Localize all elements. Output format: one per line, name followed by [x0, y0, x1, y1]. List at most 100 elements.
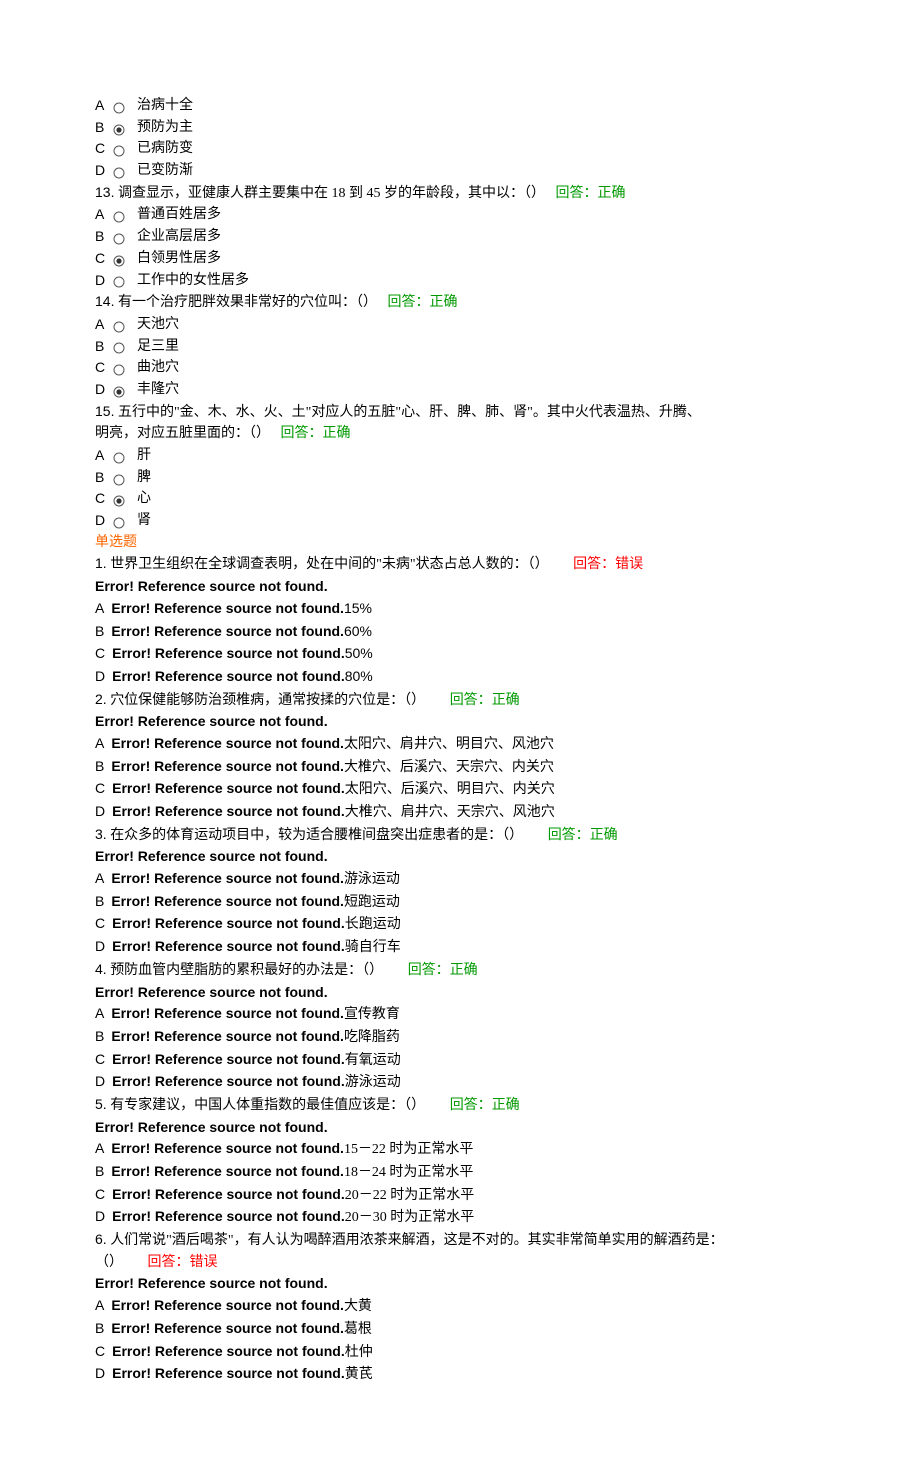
option-row[interactable]: D丰隆穴: [95, 379, 825, 401]
radio-unselected-icon[interactable]: [113, 231, 125, 243]
option-text: 20－30 时为正常水平: [345, 1210, 475, 1225]
option-row[interactable]: D 已变防渐: [95, 160, 825, 182]
error-text: Error! Reference source not found.: [111, 1028, 344, 1044]
option-row[interactable]: B 预防为主: [95, 117, 825, 139]
option-row[interactable]: A Error! Reference source not found.15%: [95, 598, 825, 621]
radio-unselected-icon[interactable]: [113, 472, 125, 484]
radio-unselected-icon[interactable]: [113, 340, 125, 352]
option-letter: A: [95, 204, 107, 226]
option-row[interactable]: B 足三里: [95, 336, 825, 358]
option-letter: D: [95, 803, 105, 819]
radio-selected-icon[interactable]: [113, 122, 125, 134]
option-text: 太阳穴、后溪穴、明目穴、内关穴: [345, 782, 555, 797]
feedback-label: 回答：: [281, 426, 323, 441]
option-row[interactable]: B Error! Reference source not found.吃降脂药: [95, 1026, 825, 1049]
option-row[interactable]: C Error! Reference source not found.有氧运动: [95, 1049, 825, 1072]
question-number: 14.: [95, 293, 114, 309]
option-row[interactable]: D肾: [95, 510, 825, 532]
option-row[interactable]: A Error! Reference source not found.太阳穴、…: [95, 733, 825, 756]
option-letter: A: [95, 95, 107, 117]
option-row[interactable]: B Error! Reference source not found.18－2…: [95, 1161, 825, 1184]
option-row[interactable]: A Error! Reference source not found.游泳运动: [95, 868, 825, 891]
option-letter: A: [95, 1005, 104, 1021]
option-letter: A: [95, 870, 104, 886]
error-text: Error! Reference source not found.: [112, 1343, 345, 1359]
option-row[interactable]: C Error! Reference source not found.20－2…: [95, 1184, 825, 1207]
option-row[interactable]: D Error! Reference source not found.80%: [95, 666, 825, 689]
error-text: Error! Reference source not found.: [112, 645, 345, 661]
q14-options: A天池穴 B 足三里 C曲池穴 D丰隆穴: [95, 314, 825, 401]
option-text: 足三里: [137, 336, 179, 358]
option-letter: B: [95, 336, 107, 358]
option-row[interactable]: C曲池穴: [95, 357, 825, 379]
radio-unselected-icon[interactable]: [113, 515, 125, 527]
option-row[interactable]: C白领男性居多: [95, 248, 825, 270]
option-row[interactable]: D Error! Reference source not found.20－3…: [95, 1206, 825, 1229]
option-row[interactable]: C Error! Reference source not found.太阳穴、…: [95, 778, 825, 801]
option-letter: C: [95, 138, 107, 160]
option-row[interactable]: D工作中的女性居多: [95, 270, 825, 292]
radio-selected-icon[interactable]: [113, 384, 125, 396]
option-text: 大黄: [344, 1299, 372, 1314]
option-row[interactable]: A 治病十全: [95, 95, 825, 117]
radio-unselected-icon[interactable]: [113, 143, 125, 155]
option-row[interactable]: B企业高层居多: [95, 226, 825, 248]
error-text: Error! Reference source not found.: [95, 1273, 825, 1295]
question-stem-b: （）: [95, 1255, 123, 1270]
option-row[interactable]: A肝: [95, 445, 825, 467]
error-text: Error! Reference source not found.: [95, 846, 825, 868]
option-text: 太阳穴、肩井穴、明目穴、风池穴: [344, 737, 554, 752]
question-number: 6.: [95, 1231, 107, 1247]
option-text: 短跑运动: [344, 895, 400, 910]
error-text: Error! Reference source not found.: [95, 711, 825, 733]
option-row[interactable]: D Error! Reference source not found.大椎穴、…: [95, 801, 825, 824]
feedback-value: 正确: [492, 693, 520, 708]
radio-unselected-icon[interactable]: [113, 362, 125, 374]
option-letter: C: [95, 645, 105, 661]
option-letter: C: [95, 780, 105, 796]
radio-unselected-icon[interactable]: [113, 100, 125, 112]
error-text: Error! Reference source not found.: [111, 623, 344, 639]
option-row[interactable]: D Error! Reference source not found.游泳运动: [95, 1071, 825, 1094]
section-title: 单选题: [95, 532, 825, 554]
option-row[interactable]: D Error! Reference source not found.骑自行车: [95, 936, 825, 959]
question-15-cont: 明亮，对应五脏里面的：（） 回答：正确: [95, 423, 825, 445]
option-text: 游泳运动: [344, 872, 400, 887]
option-text: 有氧运动: [345, 1053, 401, 1068]
option-row[interactable]: D Error! Reference source not found.黄芪: [95, 1363, 825, 1386]
option-row[interactable]: C Error! Reference source not found.50%: [95, 643, 825, 666]
option-row[interactable]: C Error! Reference source not found.长跑运动: [95, 913, 825, 936]
radio-unselected-icon[interactable]: [113, 319, 125, 331]
radio-selected-icon[interactable]: [113, 493, 125, 505]
question-stem: 预防血管内壁脂肪的累积最好的办法是：（）: [110, 963, 383, 978]
option-row[interactable]: B脾: [95, 467, 825, 489]
q13-options: A普通百姓居多 B企业高层居多 C白领男性居多 D工作中的女性居多: [95, 204, 825, 291]
option-letter: B: [95, 1320, 104, 1336]
option-row[interactable]: B Error! Reference source not found.大椎穴、…: [95, 756, 825, 779]
option-row[interactable]: A Error! Reference source not found.大黄: [95, 1295, 825, 1318]
option-row[interactable]: C 已病防变: [95, 138, 825, 160]
radio-selected-icon[interactable]: [113, 253, 125, 265]
option-row[interactable]: B Error! Reference source not found.葛根: [95, 1318, 825, 1341]
option-row[interactable]: A Error! Reference source not found.宣传教育: [95, 1003, 825, 1026]
option-row[interactable]: B Error! Reference source not found.短跑运动: [95, 891, 825, 914]
question-b6: 6. 人们常说"酒后喝茶"，有人认为喝醉酒用浓茶来解酒，这是不对的。其实非常简单…: [95, 1229, 825, 1252]
question-b4: 4. 预防血管内壁脂肪的累积最好的办法是：（） 回答：正确: [95, 959, 825, 982]
option-row[interactable]: C Error! Reference source not found.杜仲: [95, 1341, 825, 1364]
feedback-label: 回答：: [408, 963, 450, 978]
option-row[interactable]: A普通百姓居多: [95, 204, 825, 226]
option-text: 15%: [344, 600, 372, 616]
option-row[interactable]: A天池穴: [95, 314, 825, 336]
option-text: 丰隆穴: [137, 379, 179, 401]
option-text: 天池穴: [137, 314, 179, 336]
option-row[interactable]: A Error! Reference source not found.15－2…: [95, 1138, 825, 1161]
radio-unselected-icon[interactable]: [113, 165, 125, 177]
question-b6-cont: （） 回答：错误: [95, 1252, 825, 1274]
qb3-options: A Error! Reference source not found.游泳运动…: [95, 868, 825, 959]
option-row[interactable]: B Error! Reference source not found.60%: [95, 621, 825, 644]
option-row[interactable]: C心: [95, 488, 825, 510]
radio-unselected-icon[interactable]: [113, 274, 125, 286]
option-letter: D: [95, 1073, 105, 1089]
radio-unselected-icon[interactable]: [113, 209, 125, 221]
radio-unselected-icon[interactable]: [113, 450, 125, 462]
